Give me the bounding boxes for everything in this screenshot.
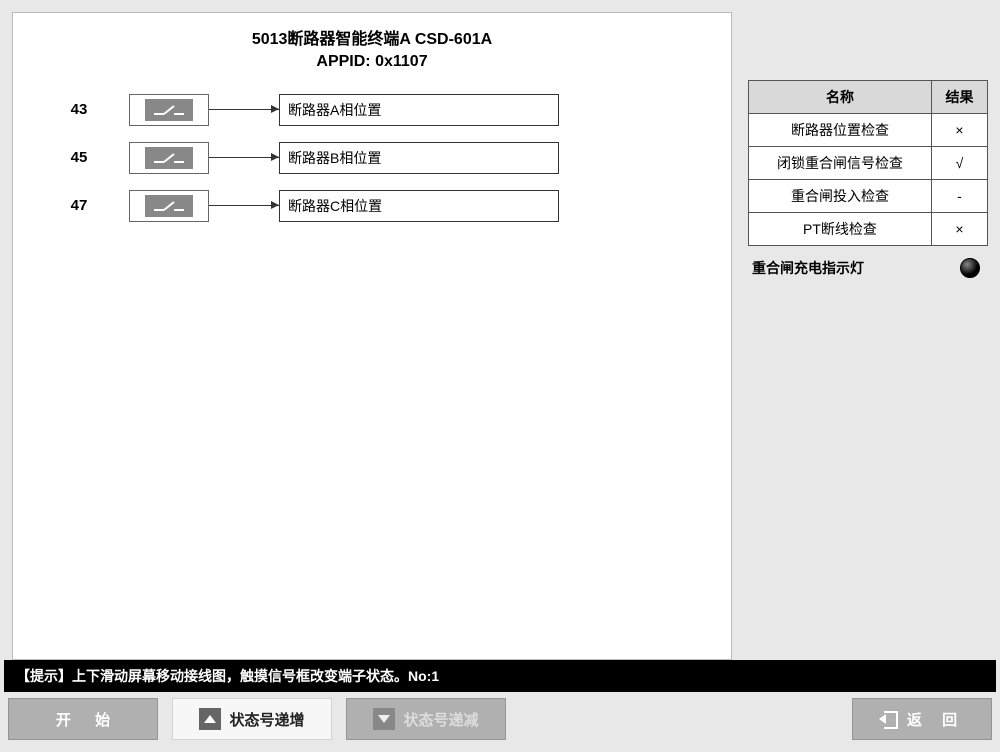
connector-arrow	[209, 205, 279, 206]
check-result: ×	[932, 213, 988, 246]
signal-index: 43	[29, 101, 129, 118]
signal-switch[interactable]	[145, 147, 193, 169]
check-result: ×	[932, 114, 988, 147]
back-icon	[879, 710, 899, 728]
signal-label: 断路器A相位置	[279, 94, 559, 126]
device-title-line2: APPID: 0x1107	[29, 51, 715, 73]
signal-row: 47 断路器C相位置	[29, 190, 715, 222]
state-decrement-button[interactable]: 状态号递减	[346, 698, 506, 740]
check-name: 重合闸投入检查	[749, 180, 932, 213]
wiring-diagram-panel[interactable]: 5013断路器智能终端A CSD-601A APPID: 0x1107 43 断…	[12, 12, 732, 660]
signal-row: 45 断路器B相位置	[29, 142, 715, 174]
indicator-row: 重合闸充电指示灯	[748, 246, 988, 278]
table-row: PT断线检查 ×	[749, 213, 988, 246]
indicator-label: 重合闸充电指示灯	[752, 258, 864, 278]
result-table: 名称 结果 断路器位置检查 × 闭锁重合闸信号检查 √ 重合闸投入检查 - PT…	[748, 80, 988, 246]
connector-arrow	[209, 157, 279, 158]
signal-switch-box	[129, 142, 209, 174]
col-result-header: 结果	[932, 81, 988, 114]
arrow-up-icon	[199, 708, 221, 730]
back-button[interactable]: 返 回	[852, 698, 992, 740]
check-name: 闭锁重合闸信号检查	[749, 147, 932, 180]
check-name: PT断线检查	[749, 213, 932, 246]
signal-switch-box	[129, 190, 209, 222]
table-row: 重合闸投入检查 -	[749, 180, 988, 213]
state-increment-button[interactable]: 状态号递增	[172, 698, 332, 740]
check-name: 断路器位置检查	[749, 114, 932, 147]
arrow-down-icon	[373, 708, 395, 730]
back-button-label: 返 回	[907, 709, 965, 730]
dec-button-label: 状态号递减	[403, 709, 478, 730]
signal-label: 断路器C相位置	[279, 190, 559, 222]
switch-open-icon	[152, 151, 186, 165]
indicator-led-icon	[960, 258, 980, 278]
signal-row: 43 断路器A相位置	[29, 94, 715, 126]
device-title: 5013断路器智能终端A CSD-601A APPID: 0x1107	[29, 29, 715, 74]
start-button-label: 开 始	[56, 709, 120, 730]
signal-switch[interactable]	[145, 99, 193, 121]
switch-open-icon	[152, 199, 186, 213]
inc-button-label: 状态号递增	[229, 709, 304, 730]
table-row: 闭锁重合闸信号检查 √	[749, 147, 988, 180]
table-row: 断路器位置检查 ×	[749, 114, 988, 147]
start-button[interactable]: 开 始	[8, 698, 158, 740]
signal-index: 47	[29, 197, 129, 214]
result-panel: 名称 结果 断路器位置检查 × 闭锁重合闸信号检查 √ 重合闸投入检查 - PT…	[748, 12, 988, 660]
signal-index: 45	[29, 149, 129, 166]
signal-switch[interactable]	[145, 195, 193, 217]
bottom-toolbar: 开 始 状态号递增 状态号递减 返 回	[0, 698, 1000, 748]
tip-bar: 【提示】上下滑动屏幕移动接线图，触摸信号框改变端子状态。No:1	[4, 660, 996, 692]
col-name-header: 名称	[749, 81, 932, 114]
check-result: √	[932, 147, 988, 180]
switch-open-icon	[152, 103, 186, 117]
connector-arrow	[209, 109, 279, 110]
check-result: -	[932, 180, 988, 213]
signal-label: 断路器B相位置	[279, 142, 559, 174]
signal-switch-box	[129, 94, 209, 126]
device-title-line1: 5013断路器智能终端A CSD-601A	[29, 29, 715, 51]
